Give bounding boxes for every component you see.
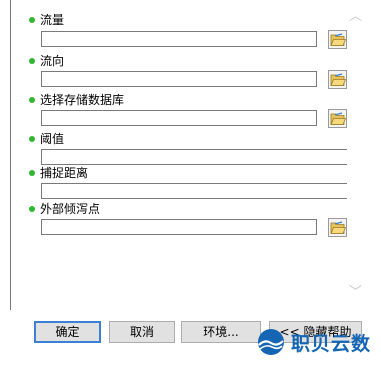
browse-outlet-points-button[interactable] — [328, 218, 347, 237]
param-label-snap-distance: 捕捉距离 — [29, 165, 88, 181]
flow-direction-input[interactable] — [41, 71, 317, 87]
vertical-scrollbar[interactable]: ︿ ﹀ — [347, 0, 364, 310]
open-folder-icon — [329, 72, 346, 86]
required-indicator-icon — [29, 135, 35, 142]
cancel-button[interactable]: 取消 — [109, 321, 175, 343]
environments-button[interactable]: 环境... — [181, 321, 261, 343]
param-label-outlet-points: 外部倾泻点 — [29, 201, 100, 217]
required-indicator-icon — [29, 205, 35, 212]
threshold-input[interactable] — [41, 149, 349, 165]
required-indicator-icon — [29, 57, 35, 64]
open-folder-icon — [329, 220, 346, 234]
watermark: 职贝云数 — [255, 324, 371, 360]
scroll-up-arrow-icon[interactable]: ︿ — [347, 8, 364, 25]
scroll-down-arrow-icon[interactable]: ﹀ — [347, 284, 364, 301]
required-indicator-icon — [29, 169, 35, 176]
ok-button[interactable]: 确定 — [34, 321, 101, 343]
watermark-text: 职贝云数 — [291, 332, 372, 355]
param-label-select-database: 选择存储数据库 — [29, 92, 124, 108]
browse-flow-accumulation-button[interactable] — [328, 30, 347, 49]
open-folder-icon — [329, 111, 346, 125]
browse-flow-direction-button[interactable] — [328, 70, 347, 89]
param-label-flow-accumulation: 流量 — [29, 12, 64, 28]
required-indicator-icon — [29, 96, 35, 103]
tool-parameters-panel: 流量 流向 选择存储数据库 阈值 捕捉距离 外部倾泻点 — [10, 0, 350, 310]
cloud-logo-icon — [258, 329, 284, 355]
required-indicator-icon — [29, 16, 35, 23]
outlet-points-input[interactable] — [41, 219, 317, 235]
snap-distance-input[interactable] — [41, 183, 349, 199]
select-database-input[interactable] — [41, 110, 317, 126]
open-folder-icon — [329, 32, 346, 46]
param-label-flow-direction: 流向 — [29, 53, 64, 69]
browse-database-button[interactable] — [328, 109, 347, 128]
param-label-threshold: 阈值 — [29, 131, 64, 147]
flow-accumulation-input[interactable] — [41, 31, 317, 47]
